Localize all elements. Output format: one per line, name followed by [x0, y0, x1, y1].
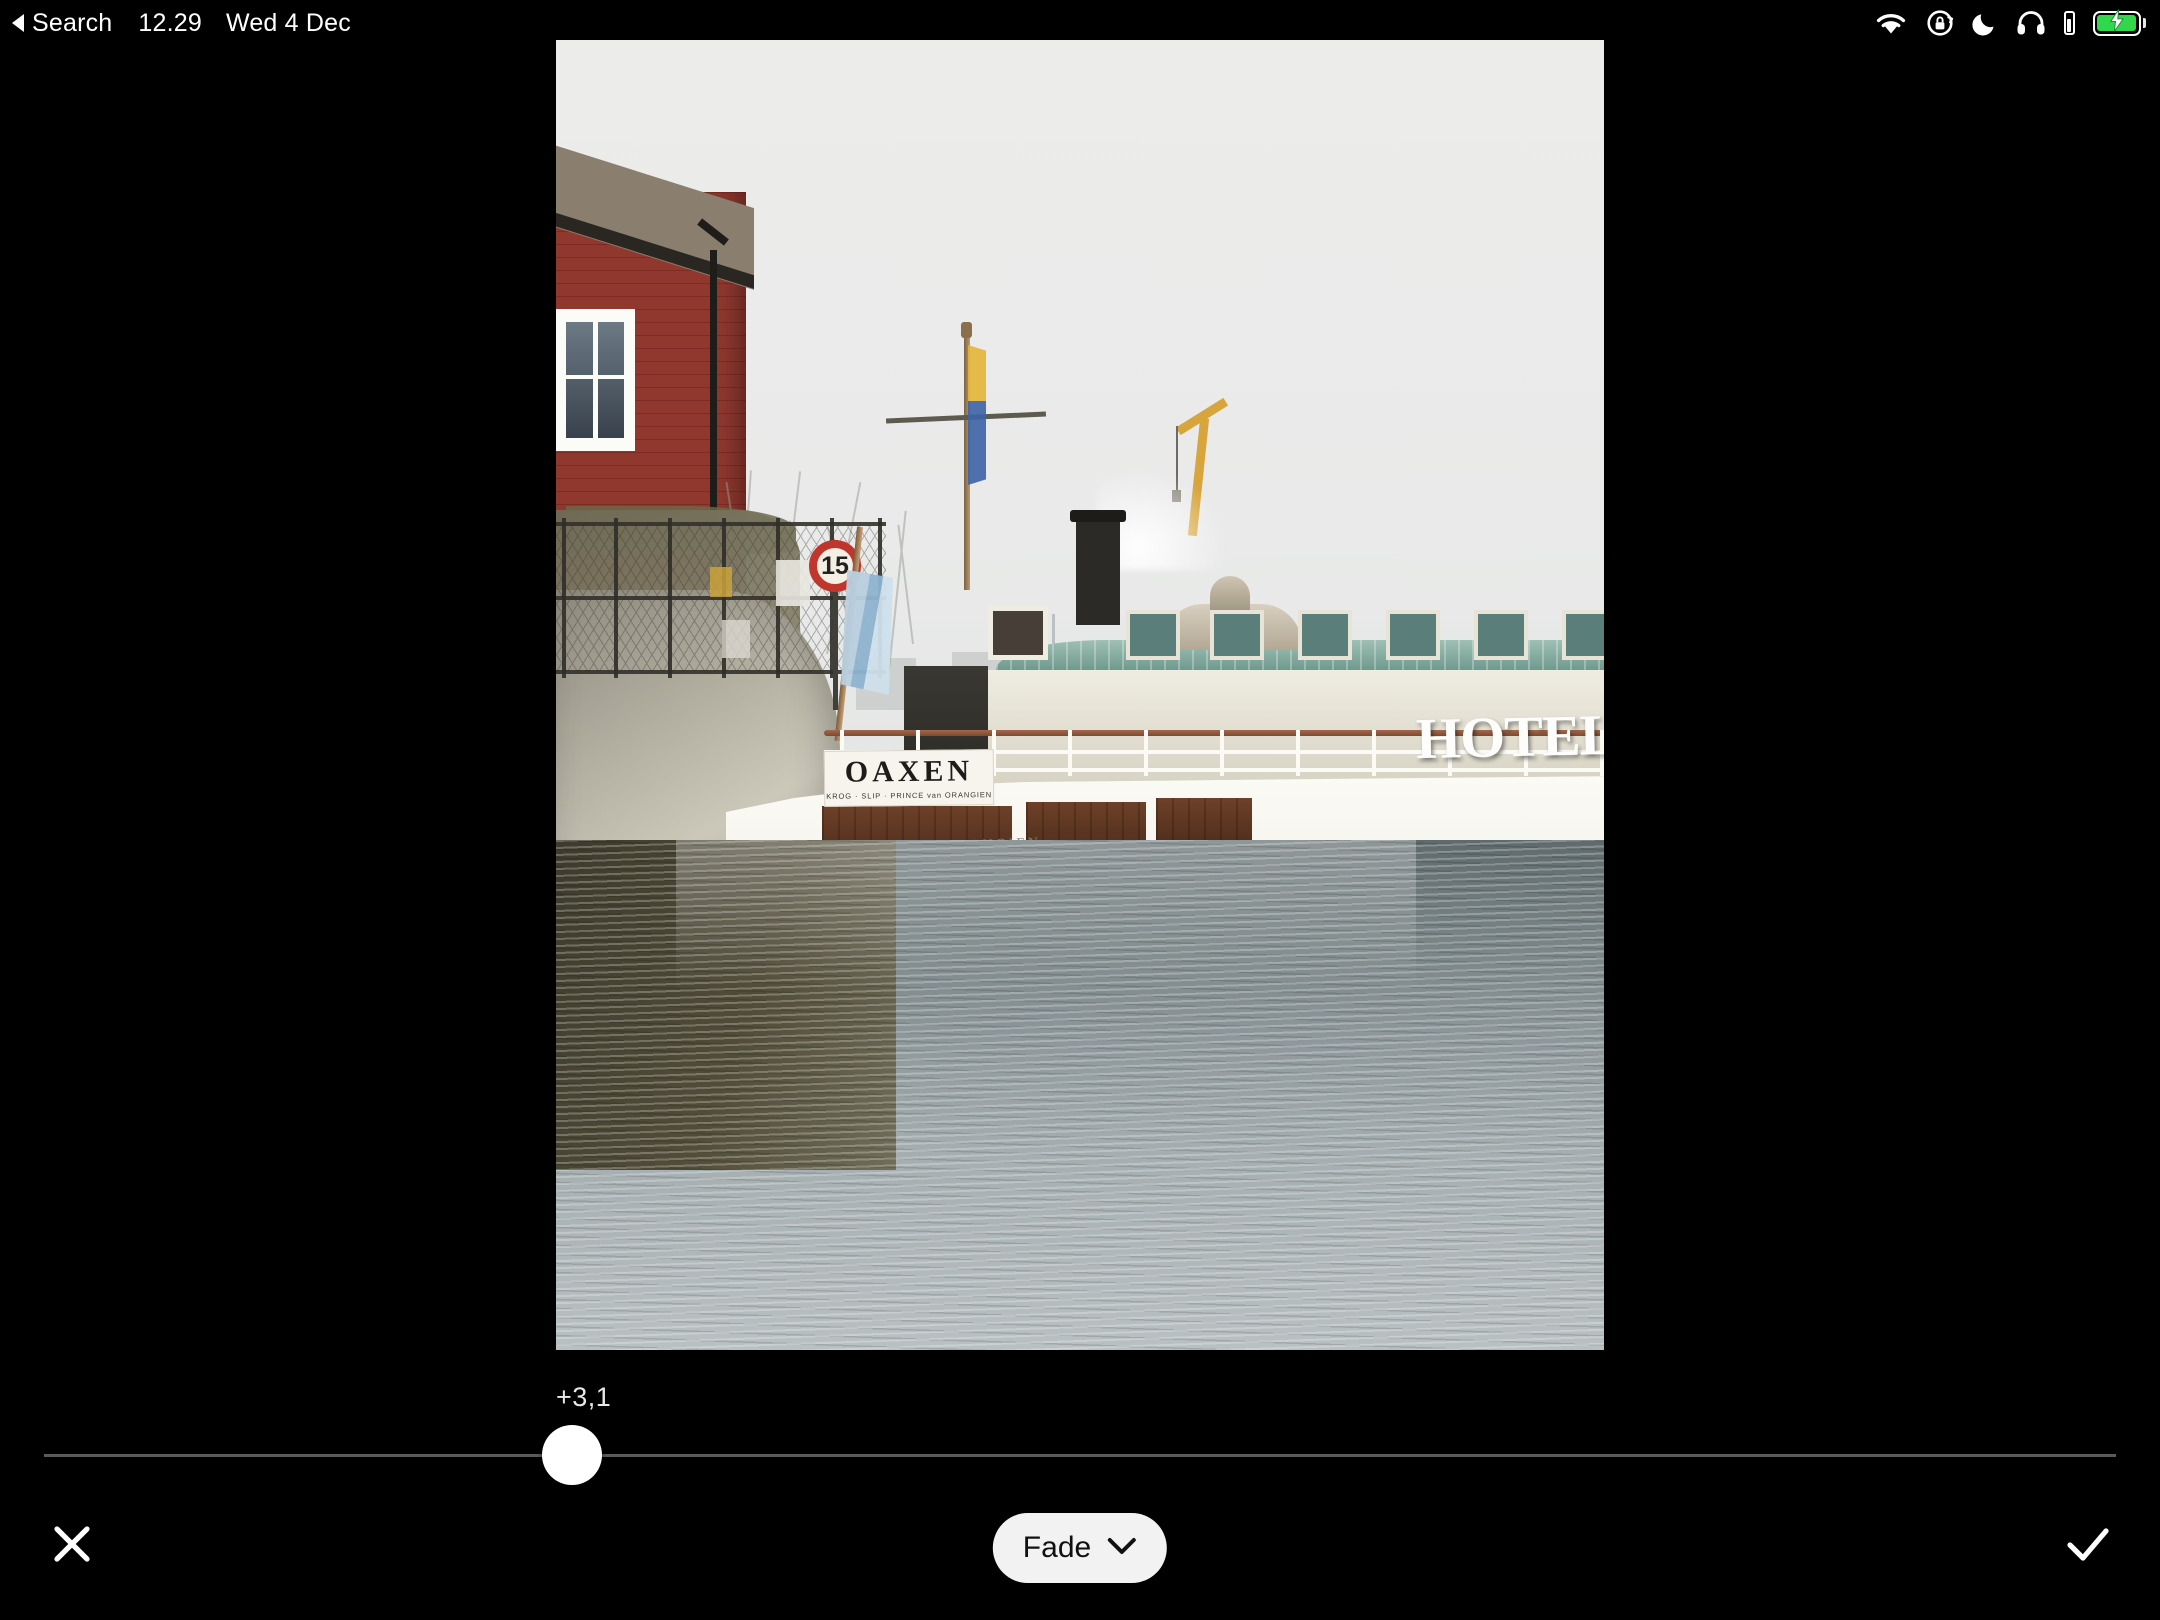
mast-pennant: [968, 345, 986, 485]
charging-bolt-icon: [2109, 10, 2124, 37]
adjustment-name-label: Fade: [1023, 1531, 1091, 1565]
slider-track[interactable]: [44, 1454, 2116, 1457]
house-window: [558, 312, 632, 448]
chevron-down-icon[interactable]: [1107, 1536, 1137, 1561]
oaxen-name-board: OAXEN KROG · SLIP · PRINCE van ORANGIEN: [824, 749, 995, 807]
back-app-label[interactable]: Search: [32, 9, 112, 38]
water-region: [556, 840, 1604, 1350]
status-bar-time: 12.29: [138, 9, 202, 38]
cabin-window: [1210, 610, 1264, 660]
close-x-icon[interactable]: [50, 1522, 94, 1571]
headphones-battery-icon: [2064, 11, 2075, 35]
cabin-window: [988, 606, 1048, 660]
mast-top: [961, 322, 972, 338]
cabin-window: [1386, 610, 1440, 660]
cancel-button[interactable]: [30, 1504, 114, 1588]
adjustment-slider[interactable]: [0, 1440, 2160, 1472]
checkmark-icon[interactable]: [2064, 1522, 2112, 1571]
status-bar-date: Wed 4 Dec: [226, 9, 351, 38]
edited-photo: 15: [556, 40, 1604, 1350]
status-bar-left[interactable]: Search 12.29 Wed 4 Dec: [12, 2, 351, 44]
adjustment-picker-button[interactable]: Fade: [993, 1513, 1167, 1583]
status-bar-right: [1874, 3, 2147, 43]
photo-editor-screen: Search 12.29 Wed 4 Dec: [0, 0, 2160, 1620]
wifi-icon: [1874, 10, 1908, 36]
headphones-battery-fill: [2067, 19, 2071, 31]
hotel-sign: HOTEL: [1416, 710, 1604, 764]
oaxen-board-subtitle: KROG · SLIP · PRINCE van ORANGIEN: [826, 790, 992, 801]
cabin-window: [1126, 610, 1180, 660]
back-triangle-icon[interactable]: [12, 14, 24, 32]
cabin-window: [1474, 610, 1528, 660]
rotation-lock-icon: [1926, 9, 1954, 37]
hotel-sign-text: HOTEL: [1416, 710, 1604, 764]
battery-body: [2093, 11, 2141, 36]
photo-canvas[interactable]: 15: [556, 40, 1604, 1350]
battery-charging-icon: [2093, 11, 2147, 36]
water-ripples: [556, 840, 1604, 1350]
battery-cap: [2143, 18, 2147, 28]
headphones-icon: [2016, 10, 2046, 36]
do-not-disturb-moon-icon: [1972, 10, 1998, 36]
roof-dome-cap: [1210, 576, 1250, 612]
house-window-glass: [566, 322, 624, 438]
cabin-window: [1298, 610, 1352, 660]
confirm-button[interactable]: [2046, 1504, 2130, 1588]
oaxen-board-title: OAXEN: [845, 756, 974, 787]
ship-funnel-rim: [1070, 510, 1126, 522]
cabin-window: [1562, 610, 1604, 660]
editor-toolbar: Fade: [0, 1470, 2160, 1620]
adjustment-value-label: +3,1: [556, 1382, 611, 1413]
